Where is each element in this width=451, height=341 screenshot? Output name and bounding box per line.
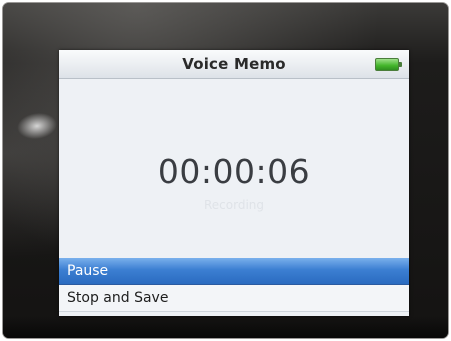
- bezel-bottom-shadow: [3, 316, 448, 338]
- light-glare: [15, 110, 59, 142]
- menu-item-pause[interactable]: Pause: [59, 258, 409, 285]
- menu-item-stop-and-save[interactable]: Stop and Save: [59, 285, 409, 312]
- title-bar: Voice Memo: [59, 50, 409, 79]
- recording-timer: 00:00:06: [157, 152, 311, 191]
- device-photo: Voice Memo 00:00:06 Recording Pause Stop…: [3, 3, 448, 338]
- battery-full-icon: [375, 58, 402, 71]
- voice-memo-menu: Pause Stop and Save: [59, 258, 409, 312]
- screen-title: Voice Memo: [182, 55, 286, 73]
- menu-item-label: Stop and Save: [67, 290, 169, 306]
- device-screen: Voice Memo 00:00:06 Recording Pause Stop…: [59, 50, 409, 316]
- menu-item-label: Pause: [67, 263, 109, 279]
- recording-status: Recording: [203, 198, 265, 212]
